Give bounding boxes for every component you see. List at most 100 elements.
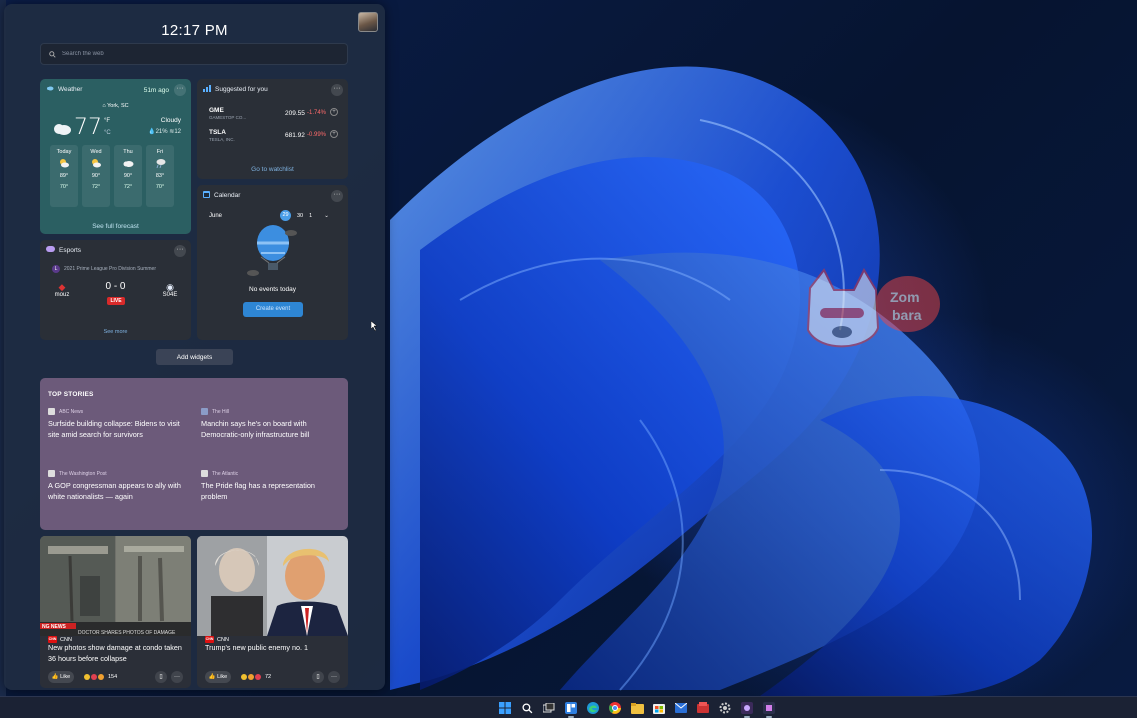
file-explorer-icon[interactable] bbox=[629, 700, 645, 716]
calendar-day-today[interactable]: 29 bbox=[280, 210, 291, 221]
add-to-watchlist-icon[interactable]: + bbox=[330, 108, 338, 116]
story-item[interactable]: The Washington Post A GOP congressman ap… bbox=[48, 470, 188, 502]
partly-sunny-icon bbox=[82, 158, 110, 170]
unit-fahrenheit[interactable]: °F bbox=[104, 118, 110, 124]
bookmark-icon[interactable]: ▯ bbox=[155, 671, 167, 683]
weather-widget[interactable]: Weather 51m ago ··· ⌂ York, SC 77 °F °C … bbox=[40, 79, 191, 234]
weather-more-icon[interactable]: ··· bbox=[174, 84, 186, 96]
heart-reaction-icon bbox=[91, 674, 97, 680]
more-options-icon[interactable]: ··· bbox=[171, 671, 183, 683]
team-2[interactable]: ◉ S04E bbox=[159, 282, 181, 298]
calendar-month: June bbox=[209, 213, 223, 219]
stock-change: -1.74% bbox=[307, 110, 327, 116]
laugh-reaction-icon bbox=[248, 674, 254, 680]
like-button[interactable]: 👍 Like bbox=[205, 671, 231, 683]
web-search-box[interactable] bbox=[40, 43, 348, 65]
calendar-days: 29 30 1 ⌄ bbox=[280, 210, 329, 221]
weather-icon bbox=[46, 85, 54, 93]
search-icon[interactable] bbox=[519, 700, 535, 716]
stock-row[interactable]: GME GAMESTOP CO... 209.55 -1.74% + bbox=[209, 107, 339, 120]
more-options-icon[interactable]: ··· bbox=[328, 671, 340, 683]
gamepad-icon bbox=[46, 246, 55, 254]
cloud-icon bbox=[114, 158, 142, 170]
bookmark-icon[interactable]: ▯ bbox=[312, 671, 324, 683]
league-logo-icon: L bbox=[52, 265, 60, 273]
schalke-logo-icon: ◉ bbox=[166, 282, 174, 292]
politicians-photo bbox=[197, 536, 348, 636]
esports-widget[interactable]: Esports ··· L 2021 Prime League Pro Divis… bbox=[40, 240, 191, 340]
weather-title: Weather bbox=[58, 85, 83, 93]
chevron-down-icon[interactable]: ⌄ bbox=[324, 213, 329, 219]
hot-air-balloon-illustration bbox=[247, 223, 301, 286]
news-source: CNN CNN bbox=[48, 636, 72, 643]
calendar-widget[interactable]: Calendar ··· June 29 30 1 ⌄ No events to… bbox=[197, 185, 348, 340]
news-card[interactable]: CNN CNN Trump's new public enemy no. 1 👍 … bbox=[197, 536, 348, 688]
app-icon[interactable] bbox=[695, 700, 711, 716]
mail-icon[interactable] bbox=[673, 700, 689, 716]
stocks-more-icon[interactable]: ··· bbox=[331, 84, 343, 96]
calendar-more-icon[interactable]: ··· bbox=[331, 190, 343, 202]
esports-more-icon[interactable]: ··· bbox=[174, 245, 186, 257]
create-event-button[interactable]: Create event bbox=[243, 302, 303, 317]
live-badge: LIVE bbox=[107, 297, 125, 305]
wow-reaction-icon bbox=[98, 674, 104, 680]
calendar-title: Calendar bbox=[214, 192, 241, 199]
stock-change: -0.99% bbox=[307, 132, 327, 138]
thumbs-up-icon: 👍 bbox=[208, 674, 216, 680]
start-icon[interactable] bbox=[497, 700, 513, 716]
stocks-header: Suggested for you bbox=[203, 85, 268, 94]
settings-icon[interactable] bbox=[717, 700, 733, 716]
widgets-icon[interactable] bbox=[563, 700, 579, 718]
chrome-icon[interactable] bbox=[607, 700, 623, 716]
no-events-message: No events today bbox=[249, 286, 296, 293]
esports-title: Esports bbox=[59, 246, 82, 254]
search-input[interactable] bbox=[62, 51, 342, 57]
see-more-link[interactable]: See more bbox=[40, 329, 191, 335]
add-to-watchlist-icon[interactable]: + bbox=[330, 130, 338, 138]
zombara-watermark-logo: Zom bara bbox=[790, 268, 940, 360]
forecast-day[interactable]: Wed 90° 72° bbox=[82, 145, 110, 207]
forecast-day[interactable]: Thu 90° 72° bbox=[114, 145, 142, 207]
photo-caption: DOCTOR SHARES PHOTOS OF DAMAGE bbox=[78, 630, 176, 636]
add-widgets-button[interactable]: Add widgets bbox=[156, 349, 233, 365]
story-item[interactable]: The Atlantic The Pride flag has a repres… bbox=[201, 470, 341, 502]
like-button[interactable]: 👍 Like bbox=[48, 671, 74, 683]
forecast-high: 90° bbox=[91, 173, 101, 179]
story-item[interactable]: The Hill Manchin says he's on board with… bbox=[201, 408, 341, 440]
panel-clock: 12:17 PM bbox=[161, 22, 228, 39]
forecast-day[interactable]: Fri 83° 70° bbox=[146, 145, 174, 207]
abc-news-logo-icon bbox=[48, 408, 55, 415]
edge-icon[interactable] bbox=[585, 700, 601, 716]
unit-celsius[interactable]: °C bbox=[104, 130, 111, 136]
droplet-icon: 💧 bbox=[148, 129, 156, 135]
news-headline[interactable]: New photos show damage at condo taken 36… bbox=[48, 643, 186, 664]
news-card-footer: 👍 Like 154 ▯ ··· bbox=[48, 671, 183, 683]
calendar-day[interactable]: 30 bbox=[297, 213, 303, 219]
see-full-forecast-link[interactable]: See full forecast bbox=[40, 223, 191, 230]
news-headline[interactable]: Trump's new public enemy no. 1 bbox=[205, 643, 343, 654]
stocks-widget[interactable]: Suggested for you ··· GME GAMESTOP CO... 2… bbox=[197, 79, 348, 179]
calendar-day[interactable]: 1 bbox=[309, 213, 312, 219]
story-item[interactable]: ABC News Surfside building collapse: Bid… bbox=[48, 408, 188, 440]
forecast-day[interactable]: Today 89° 70° bbox=[50, 145, 78, 207]
condo-damage-photo: NG NEWS DOCTOR SHARES PHOTOS OF DAMAGE bbox=[40, 536, 191, 636]
stock-price: 681.92 bbox=[285, 132, 305, 139]
cnn-logo-icon: CNN bbox=[205, 636, 214, 643]
heart-reaction-icon bbox=[255, 674, 261, 680]
top-stories-title: TOP STORIES bbox=[48, 391, 94, 398]
app2-icon[interactable] bbox=[739, 700, 755, 718]
cnn-logo-icon: CNN bbox=[48, 636, 57, 643]
forecast-high: 89° bbox=[59, 173, 69, 179]
cloud-icon bbox=[52, 121, 72, 140]
user-avatar[interactable] bbox=[358, 12, 378, 32]
taskbar bbox=[0, 696, 1137, 718]
task-view-icon[interactable] bbox=[541, 700, 557, 716]
thumbs-up-icon: 👍 bbox=[51, 674, 59, 680]
forecast-day-label: Fri bbox=[156, 149, 164, 155]
app3-icon[interactable] bbox=[761, 700, 777, 718]
news-card[interactable]: NG NEWS DOCTOR SHARES PHOTOS OF DAMAGE C… bbox=[40, 536, 191, 688]
go-to-watchlist-link[interactable]: Go to watchlist bbox=[197, 166, 348, 173]
store-icon[interactable] bbox=[651, 700, 667, 716]
stock-row[interactable]: TSLA TESLA, INC. 681.92 -0.99% + bbox=[209, 129, 339, 142]
forecast-low: 70° bbox=[59, 184, 69, 190]
